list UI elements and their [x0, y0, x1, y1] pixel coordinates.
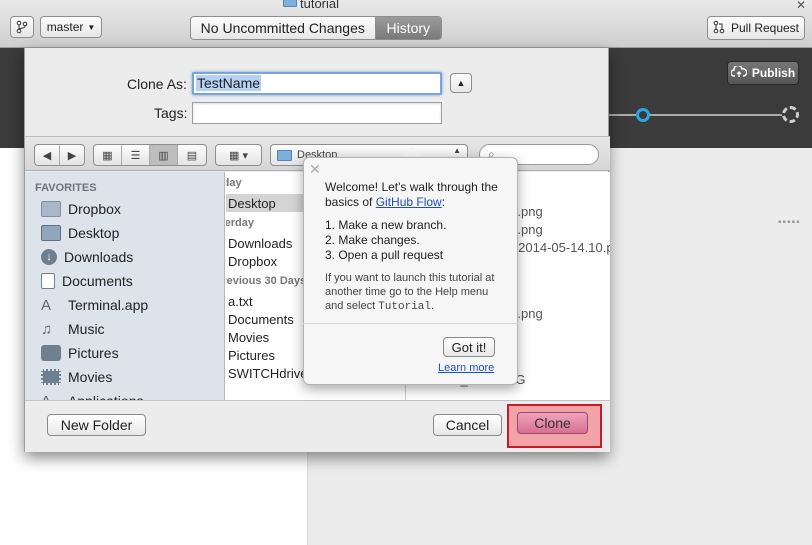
sidebar-item-terminal[interactable]: A Terminal.app: [41, 294, 148, 316]
publish-button[interactable]: Publish: [727, 61, 799, 85]
arrange-icon: ▦ ▾: [229, 149, 248, 162]
desktop-icon: [41, 225, 61, 241]
collapse-button[interactable]: ▲: [450, 73, 472, 93]
branch-icon[interactable]: [10, 16, 34, 38]
tags-input[interactable]: [192, 102, 442, 124]
pull-request-icon: [713, 20, 725, 37]
clone-as-label: Clone As:: [127, 76, 187, 92]
back-icon[interactable]: ◀: [35, 145, 60, 165]
chevron-down-icon: ▼: [87, 22, 96, 32]
sidebar-item-desktop[interactable]: Desktop: [41, 222, 119, 244]
favorites-header: FAVORITES: [35, 182, 97, 194]
camera-icon: [41, 345, 61, 361]
new-folder-button[interactable]: New Folder: [47, 414, 146, 436]
column-view-icon[interactable]: ▥: [150, 145, 178, 165]
window-title: tutorial: [300, 0, 340, 11]
popover-divider: [303, 323, 518, 324]
music-icon: ♫: [41, 320, 53, 338]
sidebar-item-movies[interactable]: Movies: [41, 366, 112, 388]
app-icon: A: [41, 296, 52, 314]
github-flow-link[interactable]: GitHub Flow: [376, 195, 442, 209]
view-mode-buttons: ▦ ☰ ▥ ▤: [93, 144, 207, 166]
folder-icon: [41, 201, 61, 217]
got-it-button[interactable]: Got it!: [443, 337, 495, 357]
pull-request-button[interactable]: Pull Request: [707, 16, 805, 40]
popover-step: 2. Make changes.: [325, 233, 420, 247]
publish-label: Publish: [751, 66, 796, 80]
branch-name: master: [46, 20, 84, 34]
learn-more-link[interactable]: Learn more: [438, 362, 494, 374]
clone-as-value: TestName: [196, 75, 262, 91]
cancel-button[interactable]: Cancel: [433, 414, 502, 436]
close-icon[interactable]: ✕: [309, 161, 321, 178]
commit-node[interactable]: [636, 108, 650, 122]
sidebar-item-documents[interactable]: Documents: [41, 270, 133, 292]
forward-icon[interactable]: ▶: [60, 145, 84, 165]
documents-icon: [41, 273, 55, 289]
popover-intro: Welcome! Let's walk through the basics o…: [325, 180, 498, 209]
branch-selector[interactable]: master ▼: [40, 16, 102, 38]
cloud-upload-icon: [730, 64, 748, 81]
popover-step: 3. Open a pull request: [325, 248, 444, 262]
sidebar: FAVORITES Dropbox Desktop ↓ Downloads Doc…: [25, 172, 225, 410]
tags-label: Tags:: [154, 105, 188, 121]
uncommitted-node[interactable]: [782, 106, 799, 123]
sidebar-item-downloads[interactable]: ↓ Downloads: [41, 246, 133, 268]
popover-help-text: If you want to launch this tutorial at a…: [325, 272, 495, 313]
folder-icon: [277, 149, 292, 161]
tab-uncommitted-changes[interactable]: No Uncommitted Changes: [191, 17, 376, 39]
sidebar-item-pictures[interactable]: Pictures: [41, 342, 119, 364]
history-timeline: [608, 114, 788, 116]
tab-history[interactable]: History: [375, 17, 441, 39]
coverflow-view-icon[interactable]: ▤: [178, 145, 206, 165]
nav-buttons: ◀ ▶: [34, 144, 85, 166]
film-icon: [41, 369, 61, 385]
arrange-button[interactable]: ▦ ▾: [215, 144, 262, 166]
list-item[interactable]: Desktop: [226, 194, 305, 212]
list-view-icon[interactable]: ☰: [122, 145, 150, 165]
clone-button[interactable]: Clone: [517, 412, 588, 434]
sidebar-item-dropbox[interactable]: Dropbox: [41, 198, 121, 220]
sidebar-item-music[interactable]: ♫ Music: [41, 318, 105, 340]
view-switcher: No Uncommitted Changes History: [190, 16, 442, 40]
close-icon[interactable]: ✕: [796, 0, 806, 12]
folder-icon: [283, 0, 297, 7]
download-icon: ↓: [41, 249, 57, 265]
pull-request-label: Pull Request: [730, 21, 800, 35]
icon-view-icon[interactable]: ▦: [94, 145, 122, 165]
resize-handle[interactable]: ▪▪▪▪▪: [778, 217, 801, 228]
popover-step: 1. Make a new branch.: [325, 218, 447, 232]
clone-as-input[interactable]: TestName: [192, 72, 442, 95]
